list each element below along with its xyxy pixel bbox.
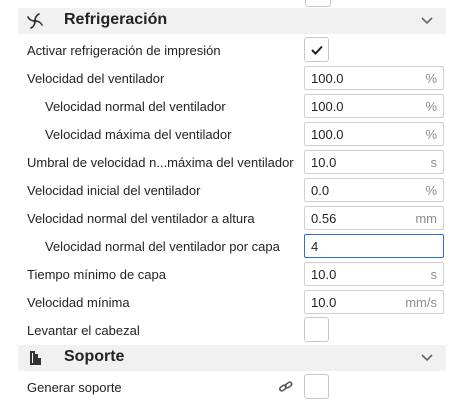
input-unit: %: [425, 183, 437, 198]
support-icon: [26, 349, 44, 367]
enable-cooling-checkbox[interactable]: [304, 37, 329, 62]
setting-label: Tiempo mínimo de capa: [27, 267, 166, 282]
setting-row-fan-at-height: Velocidad normal del ventilador a altura…: [0, 205, 459, 233]
setting-label: Activar refrigeración de impresión: [27, 43, 221, 58]
regular-fan-speed-input[interactable]: 100.0 %: [304, 94, 444, 118]
setting-label: Levantar el cabezal: [27, 323, 140, 338]
setting-label: Velocidad normal del ventilador por capa: [45, 239, 280, 254]
setting-label: Velocidad normal del ventilador: [45, 99, 226, 114]
setting-row-min-speed: Velocidad mínima 10.0 mm/s: [0, 289, 459, 317]
setting-row-generate-support: Generar soporte: [0, 374, 459, 402]
input-unit: %: [425, 71, 437, 86]
input-value: 10.0: [311, 155, 337, 170]
setting-label: Generar soporte: [27, 380, 122, 395]
input-value: 0.0: [311, 183, 330, 198]
checkbox-partial-top[interactable]: [305, 0, 331, 7]
setting-label: Umbral de velocidad n...máxima del venti…: [27, 155, 294, 170]
min-speed-input[interactable]: 10.0 mm/s: [304, 290, 444, 314]
fan-threshold-input[interactable]: 10.0 s: [304, 150, 444, 174]
chevron-down-icon[interactable]: [420, 14, 434, 28]
input-unit: mm/s: [405, 295, 437, 310]
min-layer-time-input[interactable]: 10.0 s: [304, 262, 444, 286]
setting-row-fan-threshold: Umbral de velocidad n...máxima del venti…: [0, 149, 459, 177]
checkmark-icon: [311, 45, 323, 55]
chevron-down-icon[interactable]: [420, 351, 434, 365]
input-unit: %: [425, 99, 437, 114]
input-unit: s: [430, 267, 438, 282]
input-value: 10.0: [311, 267, 337, 282]
input-value: 4: [311, 239, 319, 254]
input-value: 100.0: [311, 127, 344, 142]
initial-fan-speed-input[interactable]: 0.0 %: [304, 178, 444, 202]
setting-row-initial-fan-speed: Velocidad inicial del ventilador 0.0 %: [0, 177, 459, 205]
input-value: 100.0: [311, 99, 344, 114]
input-unit: s: [430, 155, 438, 170]
setting-row-regular-fan-speed: Velocidad normal del ventilador 100.0 %: [0, 93, 459, 121]
setting-row-min-layer-time: Tiempo mínimo de capa 10.0 s: [0, 261, 459, 289]
max-fan-speed-input[interactable]: 100.0 %: [304, 122, 444, 146]
setting-label: Velocidad inicial del ventilador: [27, 183, 201, 198]
fan-icon: [26, 12, 44, 30]
setting-label: Velocidad del ventilador: [27, 71, 165, 86]
setting-label: Velocidad mínima: [27, 295, 130, 310]
input-value: 10.0: [311, 295, 337, 310]
setting-row-fan-speed: Velocidad del ventilador 100.0 %: [0, 65, 459, 93]
fan-at-height-input[interactable]: 0.56 mm: [304, 206, 444, 230]
input-unit: mm: [415, 211, 437, 226]
fan-at-layer-input[interactable]: 4: [304, 234, 444, 258]
setting-label: Velocidad máxima del ventilador: [45, 127, 232, 142]
link-icon[interactable]: [278, 380, 294, 394]
section-header-support[interactable]: Soporte: [18, 345, 446, 371]
section-title: Soporte: [64, 348, 125, 365]
setting-row-enable-cooling: Activar refrigeración de impresión: [0, 37, 459, 65]
input-value: 100.0: [311, 71, 344, 86]
fan-speed-input[interactable]: 100.0 %: [304, 66, 444, 90]
setting-label: Velocidad normal del ventilador a altura: [27, 211, 255, 226]
input-value: 0.56: [311, 211, 337, 226]
setting-row-fan-at-layer: Velocidad normal del ventilador por capa…: [0, 233, 459, 261]
generate-support-checkbox[interactable]: [304, 374, 329, 399]
lift-head-checkbox[interactable]: [304, 317, 329, 342]
input-unit: %: [425, 127, 437, 142]
section-title: Refrigeración: [64, 11, 168, 28]
section-header-cooling[interactable]: Refrigeración: [18, 8, 446, 34]
setting-row-max-fan-speed: Velocidad máxima del ventilador 100.0 %: [0, 121, 459, 149]
setting-row-lift-head: Levantar el cabezal: [0, 317, 459, 345]
